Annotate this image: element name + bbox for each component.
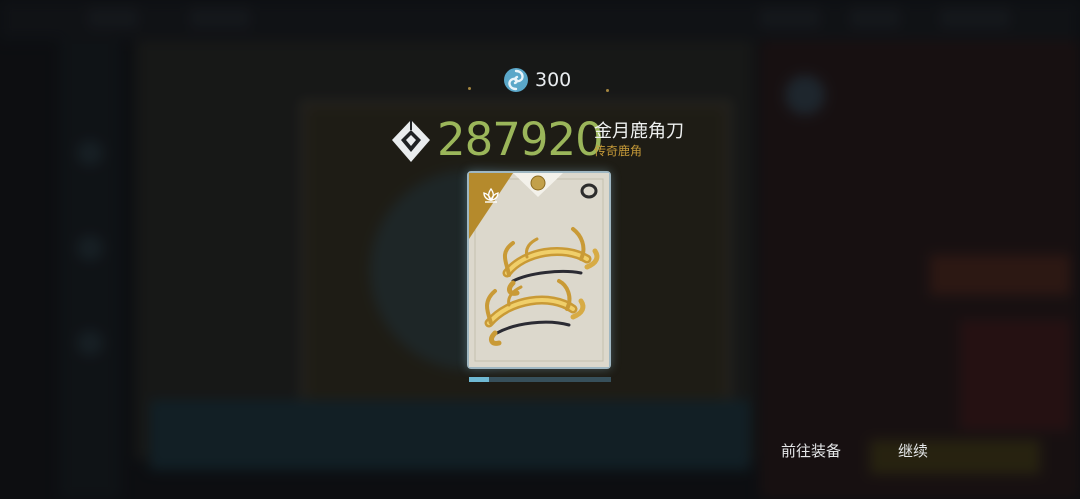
item-card-art <box>469 173 609 367</box>
item-card[interactable] <box>467 171 611 369</box>
go-equip-button[interactable]: 前往装备 <box>781 438 841 464</box>
reward-screen: 300 287920 金月鹿角刀 传奇鹿角 前往装备 继续 <box>0 0 1080 499</box>
diamond-emblem-icon <box>392 120 430 162</box>
continue-button[interactable]: 继续 <box>898 438 928 464</box>
currency-value: 300 <box>535 69 572 91</box>
progress-bar-fill <box>469 377 489 382</box>
gem-icon <box>530 175 546 191</box>
swirl-icon <box>504 68 528 92</box>
progress-bar <box>469 377 611 382</box>
item-rarity: 传奇鹿角 <box>594 144 643 158</box>
score-value: 287920 <box>437 113 604 166</box>
item-name: 金月鹿角刀 <box>594 121 684 142</box>
currency-display: 300 <box>503 66 571 94</box>
